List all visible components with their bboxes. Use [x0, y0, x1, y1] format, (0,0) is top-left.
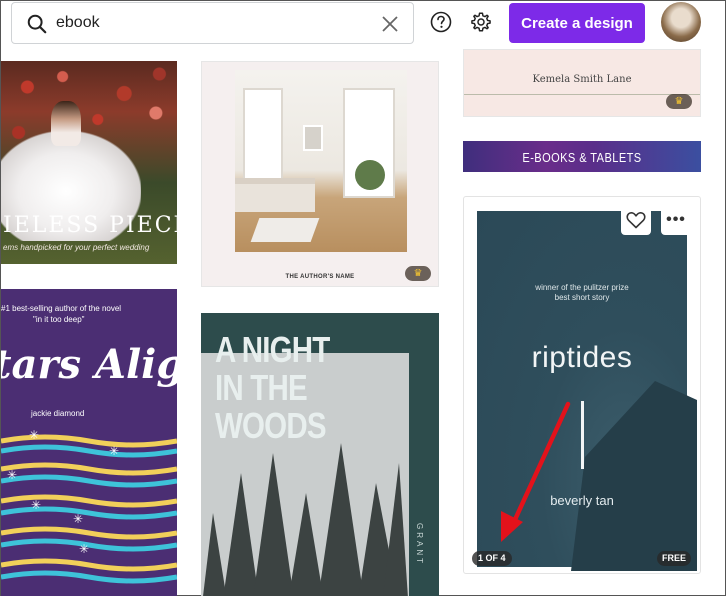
search-input[interactable]: ebook	[56, 14, 100, 32]
create-design-button[interactable]: Create a design	[509, 3, 645, 43]
crown-icon: ♛	[413, 267, 423, 279]
ebooks-tablets-banner[interactable]: E-BOOKS & TABLETS	[463, 141, 701, 172]
title-line-1: A NIGHT	[215, 329, 330, 370]
card-tagline: #1 best-selling author of the novel "in …	[1, 303, 177, 325]
card-tagline: winner of the pulitzer prize best short …	[477, 283, 687, 303]
rug-image	[250, 218, 320, 242]
svg-text:✳: ✳	[29, 429, 39, 442]
svg-text:✳: ✳	[109, 444, 119, 458]
card-title: tars Align	[1, 341, 177, 388]
card-title: riptides	[531, 341, 633, 374]
frame-image	[303, 125, 323, 151]
close-icon[interactable]	[381, 15, 399, 33]
bed-image	[235, 178, 315, 212]
banner-label: E-BOOKS & TABLETS	[522, 150, 642, 165]
crown-icon: ♛	[674, 95, 684, 107]
divider	[581, 401, 584, 469]
card-subtitle: ems handpicked for your perfect wedding	[3, 243, 150, 252]
card-author: Kemela Smith Lane	[532, 74, 632, 85]
tagline-line-1: winner of the pulitzer prize	[535, 283, 629, 292]
premium-badge: ♛	[405, 266, 431, 281]
title-line-3: WOODS	[215, 405, 327, 446]
card-author: jackie diamond	[31, 409, 85, 418]
stripes-decoration: ✳ ✳ ✳ ✳ ✳ ✳	[1, 429, 177, 584]
svg-text:✳: ✳	[7, 468, 17, 482]
help-icon[interactable]	[430, 11, 452, 33]
annotation-arrow-icon	[501, 401, 571, 542]
heart-icon	[626, 211, 646, 229]
tagline-line-2: "in it too deep"	[33, 315, 85, 324]
search-bar[interactable]: ebook	[11, 2, 414, 44]
top-bar: ebook Create a design	[1, 1, 725, 47]
bride-image	[51, 101, 81, 146]
divider	[464, 94, 700, 95]
more-options-button[interactable]: •••	[661, 205, 691, 235]
plant-image	[355, 160, 385, 190]
favorite-button[interactable]	[621, 205, 651, 235]
svg-text:✳: ✳	[79, 542, 89, 556]
price-badge: FREE	[657, 551, 692, 566]
svg-text:✳: ✳	[31, 498, 41, 512]
template-card-kemela[interactable]: Kemela Smith Lane ♛	[463, 49, 701, 117]
template-card-wedding[interactable]: IELESS PIECES ems handpicked for your pe…	[1, 61, 177, 264]
premium-badge: ♛	[666, 94, 692, 109]
bedroom-photo	[235, 70, 407, 252]
svg-text:✳: ✳	[73, 512, 83, 526]
template-card-stars-align[interactable]: #1 best-selling author of the novel "in …	[1, 289, 177, 596]
ellipsis-icon: •••	[666, 211, 686, 228]
tagline-line-2: best short story	[554, 293, 610, 302]
template-card-authors-name[interactable]: THE AUTHOR'S NAME ♛	[201, 61, 439, 287]
card-author: THE AUTHOR'S NAME	[285, 274, 355, 280]
gear-icon[interactable]	[470, 11, 492, 33]
card-title: A NIGHT IN THE WOODS	[215, 331, 330, 445]
search-icon	[27, 14, 47, 34]
card-title: IELESS PIECES	[3, 213, 177, 238]
avatar[interactable]	[661, 2, 701, 42]
template-card-night-in-the-woods[interactable]: A NIGHT IN THE WOODS GRANT	[201, 313, 439, 596]
card-author: GRANT	[415, 523, 424, 566]
title-line-2: IN THE	[215, 367, 308, 408]
page-count-badge: 1 OF 4	[472, 551, 512, 566]
tagline-line-1: #1 best-selling author of the novel	[1, 304, 122, 313]
